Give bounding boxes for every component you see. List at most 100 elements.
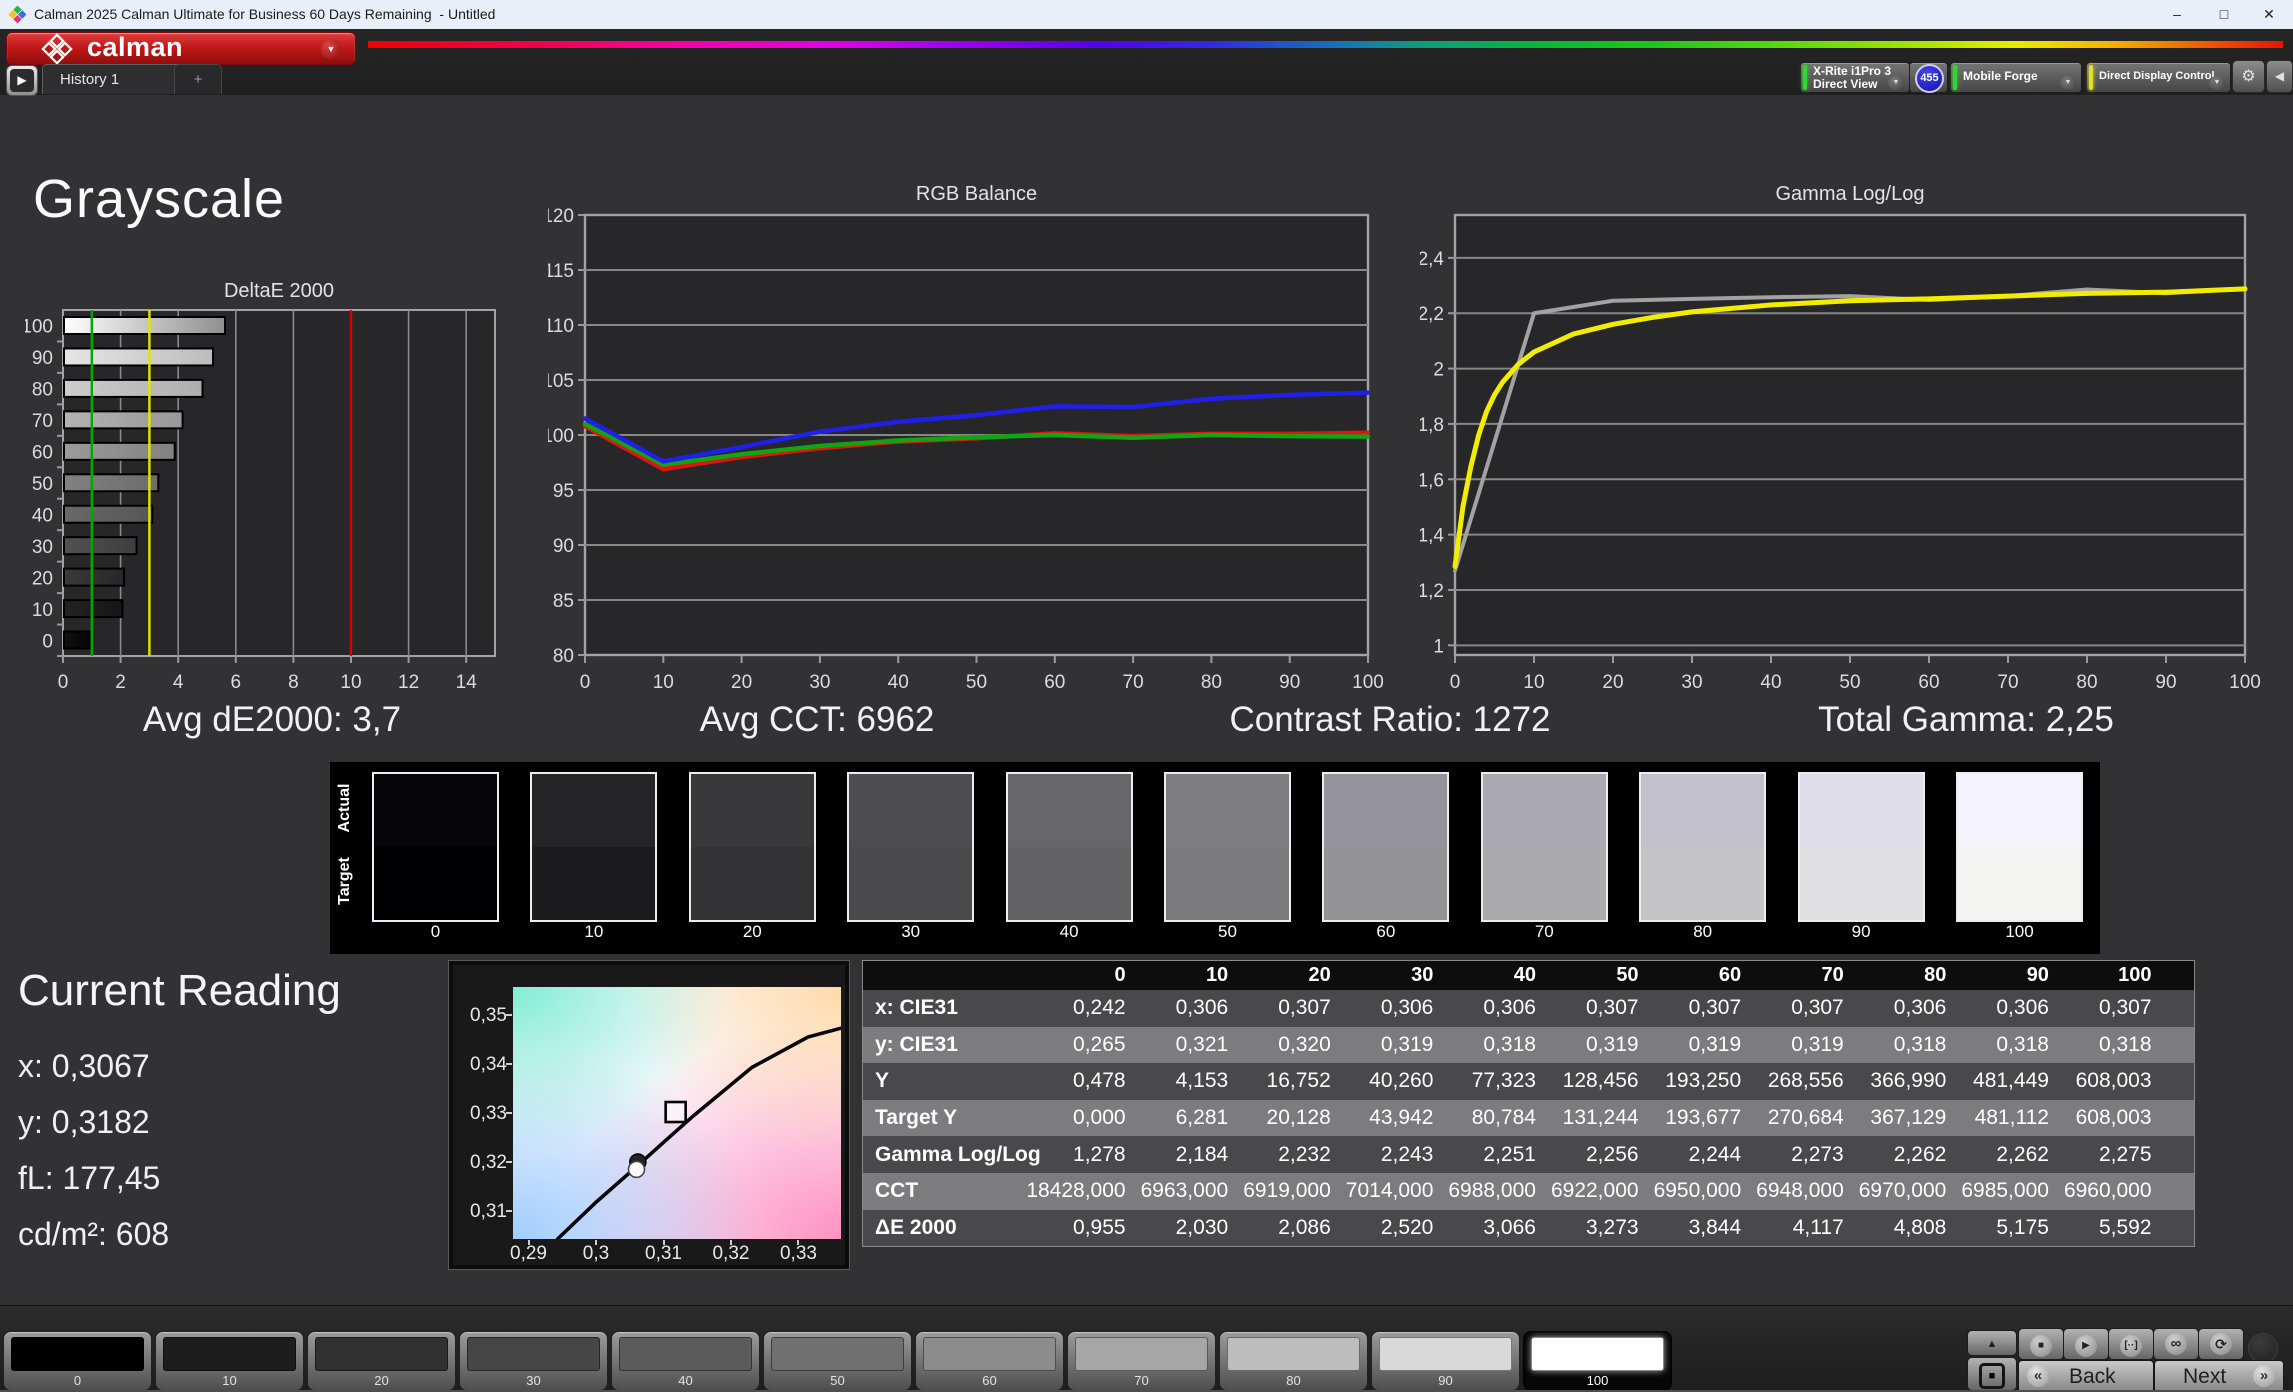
patch-button-90[interactable]: 90 [1371, 1331, 1520, 1391]
svg-text:DeltaE 2000: DeltaE 2000 [224, 282, 334, 302]
current-reading-heading: Current Reading [18, 966, 341, 1015]
meter-badge-button[interactable]: 455 [1909, 62, 1948, 93]
transport-stop-button[interactable]: ■ [2018, 1328, 2064, 1360]
patch-window-button[interactable]: ■ [1967, 1357, 2017, 1391]
deltae-bar-80 [63, 378, 204, 398]
chevron-down-icon[interactable]: ▼ [2060, 76, 2076, 90]
cie-xy-chart: 0,31 0,32 0,33 0,34 0,35 0,29 0,3 0,31 0,32 0,33 [448, 960, 850, 1270]
table-col-header: 90 [1988, 961, 2091, 990]
svg-text:0: 0 [58, 672, 69, 693]
table-cell: 2,243 [1372, 1136, 1476, 1173]
deltae-bar-70 [63, 410, 184, 430]
patch-color-20 [315, 1337, 448, 1371]
swatch-100 [1956, 772, 2083, 922]
table-cell: 2,275 [2090, 1136, 2194, 1173]
patch-size-up-button[interactable]: ▲ [1967, 1330, 2017, 1356]
table-cell: 2,251 [1475, 1136, 1578, 1173]
table-cell: 0,306 [1988, 990, 2091, 1027]
patch-button-30[interactable]: 30 [459, 1331, 608, 1391]
svg-text:0: 0 [42, 631, 53, 652]
table-cell: 0,306 [1475, 990, 1578, 1027]
svg-text:90: 90 [32, 348, 53, 369]
svg-text:8: 8 [288, 672, 299, 693]
transport-play-button[interactable]: ▶ [2063, 1328, 2109, 1360]
swatch-target-90 [1799, 847, 1923, 920]
table-cell: 2,086 [1270, 1209, 1373, 1247]
patch-button-20[interactable]: 20 [307, 1331, 456, 1391]
table-cell: 367,129 [1870, 1099, 1989, 1137]
meter-line2: Direct View [1813, 77, 1878, 91]
patch-color-100 [1531, 1337, 1664, 1371]
table-cell: 20,128 [1267, 1099, 1373, 1137]
cie-xtick-mark [595, 1240, 597, 1245]
transport-continuous-button[interactable]: ∞ [2153, 1328, 2199, 1360]
swatch-actual-10 [532, 774, 656, 847]
patch-button-10[interactable]: 10 [155, 1331, 304, 1391]
cie-xtick-label: 0,33 [779, 1243, 817, 1264]
table-cell: 0,319 [1577, 1026, 1681, 1064]
maximize-button[interactable]: □ [2202, 0, 2246, 29]
tab-history-1[interactable]: History 1 [42, 64, 191, 94]
table-cell: 0,307 [1783, 990, 1886, 1027]
svg-text:100: 100 [1352, 672, 1383, 693]
add-tab-button[interactable]: + [174, 64, 222, 94]
deltae-bar-50 [63, 473, 160, 493]
svg-text:30: 30 [1681, 672, 1702, 693]
patch-color-10 [163, 1337, 296, 1371]
swatch-level-label: 40 [1059, 922, 1079, 941]
tab-scroll-button[interactable]: ▶ [6, 65, 38, 96]
svg-text:20: 20 [731, 672, 752, 693]
transport-refresh-button[interactable]: ⟳ [2198, 1328, 2244, 1360]
patch-button-80[interactable]: 80 [1219, 1331, 1368, 1391]
svg-text:RGB Balance: RGB Balance [916, 183, 1037, 205]
svg-text:70: 70 [1123, 672, 1144, 693]
display-control-dropdown[interactable]: Direct Display Control ▼ [2086, 62, 2231, 93]
close-button[interactable]: ✕ [2247, 0, 2291, 29]
calman-window: Calman 2025 Calman Ultimate for Business… [0, 0, 2293, 1392]
patch-button-100[interactable]: 100 [1523, 1331, 1672, 1391]
swatch-actual-30 [849, 774, 973, 847]
svg-text:2: 2 [115, 672, 126, 693]
patch-button-label: 80 [1286, 1373, 1301, 1388]
deltae-bar-90 [63, 347, 215, 367]
deltae-2000-chart: DeltaE 2000 0 2 4 6 8 10 12 14 100 90 80 70 60 50 40 30 2… [21, 280, 505, 707]
collapse-panel-button[interactable]: ◀ [2266, 60, 2293, 93]
chevron-down-icon[interactable]: ▼ [2209, 76, 2225, 90]
next-button[interactable]: Next » [2154, 1360, 2284, 1392]
chevron-down-icon[interactable]: ▼ [1888, 76, 1904, 90]
cie-ytick-mark [506, 1062, 512, 1065]
table-cell: 0,307 [1680, 990, 1784, 1027]
table-cell: 3,273 [1577, 1209, 1681, 1247]
patch-button-70[interactable]: 70 [1067, 1331, 1216, 1391]
svg-text:10: 10 [653, 672, 674, 693]
minimize-button[interactable]: – [2155, 0, 2199, 29]
calman-menu-button[interactable]: calman ▼ [6, 32, 356, 65]
settings-button[interactable]: ⚙ [2232, 60, 2265, 93]
meter-dropdown[interactable]: X-Rite i1Pro 3 Direct View ▼ [1800, 62, 1910, 93]
swatch-10 [530, 772, 658, 922]
patch-button-60[interactable]: 60 [915, 1331, 1064, 1391]
swatch-90 [1797, 772, 1925, 922]
swatch-actual-50 [1166, 774, 1289, 847]
transport-single-measure-button[interactable]: [··] [2108, 1328, 2154, 1360]
svg-text:1,4: 1,4 [1420, 526, 1444, 547]
swatch-30 [847, 772, 975, 922]
table-row-label: Y [863, 1063, 1065, 1100]
swatch-target-70 [1482, 847, 1606, 920]
patch-button-0[interactable]: 0 [3, 1331, 152, 1391]
spectrum-bar [368, 41, 2283, 48]
svg-text:14: 14 [456, 672, 478, 693]
back-button[interactable]: « Back [2018, 1360, 2154, 1392]
source-dropdown[interactable]: Mobile Forge ▼ [1950, 62, 2082, 93]
cie-ytick-label: 0,31 [470, 1201, 507, 1223]
svg-text:80: 80 [553, 646, 574, 667]
svg-text:100: 100 [548, 426, 574, 447]
patch-button-40[interactable]: 40 [611, 1331, 760, 1391]
patch-button-50[interactable]: 50 [763, 1331, 912, 1391]
table-col-header: 50 [1577, 961, 1681, 990]
cie-xtick-mark [797, 1240, 800, 1245]
cie-xtick-label: 0,32 [712, 1243, 750, 1264]
swatch-target-10 [532, 847, 656, 920]
logo-dropdown-icon[interactable]: ▼ [321, 39, 341, 59]
table-cell: 0,319 [1372, 1026, 1476, 1064]
